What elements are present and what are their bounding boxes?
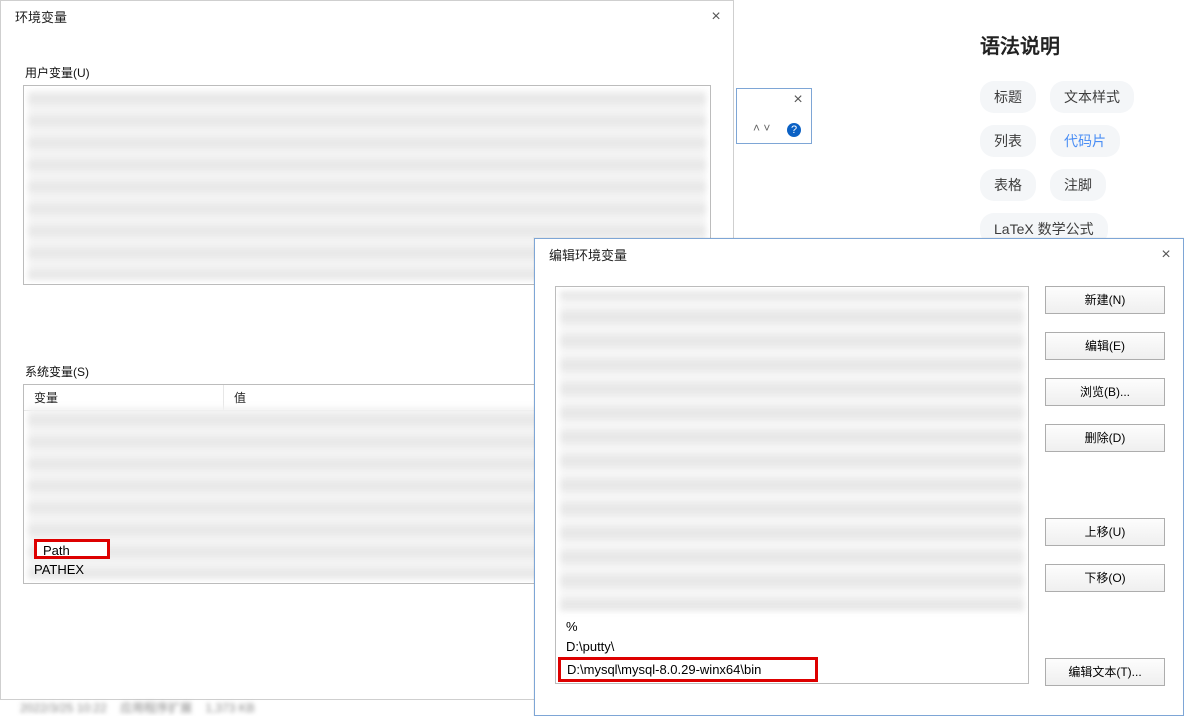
help-tag[interactable]: 列表: [980, 125, 1036, 157]
background-panel: × ˄ ˅ ?: [736, 88, 812, 144]
move-down-button[interactable]: 下移(O): [1045, 564, 1165, 592]
help-icon[interactable]: ?: [787, 123, 801, 137]
edit-dialog-side-buttons: 新建(N) 编辑(E) 浏览(B)... 删除(D) 上移(U) 下移(O) 编…: [1045, 286, 1165, 716]
edit-dialog-titlebar: 编辑环境变量 ×: [535, 239, 1183, 270]
new-button[interactable]: 新建(N): [1045, 286, 1165, 314]
chevron-up-down-icon[interactable]: ˄ ˅: [753, 121, 770, 135]
help-tag[interactable]: 表格: [980, 169, 1036, 201]
help-tag[interactable]: 代码片: [1050, 125, 1120, 157]
help-tag[interactable]: 注脚: [1050, 169, 1106, 201]
browse-button[interactable]: 浏览(B)...: [1045, 378, 1165, 406]
pathex-variable-row[interactable]: PATHEX: [34, 562, 84, 577]
delete-button[interactable]: 删除(D): [1045, 424, 1165, 452]
path-entries-list[interactable]: % D:\putty\ D:\mysql\mysql-8.0.29-winx64…: [555, 286, 1029, 684]
edit-env-var-dialog: 编辑环境变量 × % D:\putty\ D:\mysql\mysql-8.0.…: [534, 238, 1184, 716]
path-entry[interactable]: D:\putty\: [560, 637, 1024, 656]
path-variable-row[interactable]: Path: [34, 539, 110, 559]
redacted-content: [560, 291, 1024, 611]
close-icon[interactable]: ×: [709, 10, 723, 24]
edit-text-button[interactable]: 编辑文本(T)...: [1045, 658, 1165, 686]
env-window-titlebar: 环境变量 ×: [1, 1, 733, 32]
edit-button[interactable]: 编辑(E): [1045, 332, 1165, 360]
path-entry[interactable]: %: [560, 617, 1024, 636]
close-icon[interactable]: ×: [1159, 248, 1173, 262]
close-icon[interactable]: ×: [791, 93, 805, 107]
help-tag[interactable]: 文本样式: [1050, 81, 1134, 113]
path-entry-mysql[interactable]: D:\mysql\mysql-8.0.29-winx64\bin: [558, 657, 818, 682]
footer-blurred: 2022/3/25 10:22 应用程序扩展 1,373 KB: [20, 699, 255, 716]
edit-dialog-title: 编辑环境变量: [549, 245, 627, 264]
env-window-title: 环境变量: [15, 7, 67, 26]
user-vars-label: 用户变量(U): [25, 64, 733, 81]
help-tag[interactable]: 标题: [980, 81, 1036, 113]
move-up-button[interactable]: 上移(U): [1045, 518, 1165, 546]
help-title: 语法说明: [980, 30, 1184, 59]
